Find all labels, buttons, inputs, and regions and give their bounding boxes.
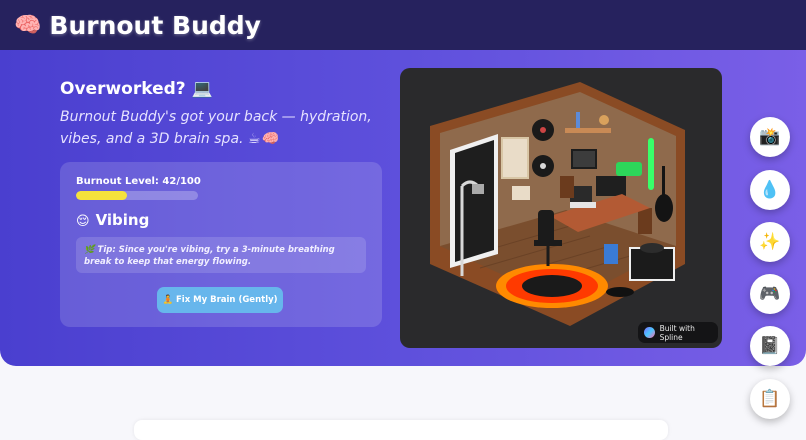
wall-shelf [565, 128, 611, 133]
fix-my-brain-button[interactable]: 🧘 Fix My Brain (Gently) [157, 287, 283, 313]
relieved-face-icon: 😌 [76, 214, 90, 229]
camera-button[interactable]: 📸 [750, 117, 790, 157]
brain-icon: 🧠 [14, 12, 42, 38]
speaker [560, 176, 574, 198]
monitor [596, 176, 626, 196]
sparkles-button[interactable]: ✨ [750, 222, 790, 262]
top-bar: 🧠 Burnout Buddy [0, 0, 806, 50]
speaker [638, 208, 652, 234]
hero-headline: Overworked? 💻 [60, 79, 213, 99]
journal-icon: 📓 [759, 336, 781, 356]
burnout-level-bar [76, 191, 198, 200]
spline-3d-scene[interactable]: Built with Spline [400, 68, 722, 348]
tip-text: 🌿 Tip: Since you're vibing, try a 3-minu… [84, 245, 335, 267]
record-player [640, 243, 664, 253]
water-drop-icon: 💧 [759, 180, 781, 200]
camera-icon: 📸 [759, 127, 781, 147]
isometric-room-illustration [430, 82, 685, 326]
mood-label: Vibing [95, 211, 150, 229]
hydration-button[interactable]: 💧 [750, 170, 790, 210]
journal-button[interactable]: 📓 [750, 326, 790, 366]
laptop [570, 202, 596, 208]
app-title: Burnout Buddy [49, 10, 261, 40]
spline-badge-label: Built with Spline [659, 323, 695, 342]
clipboard-icon: 📋 [759, 389, 781, 409]
vinyl-on-floor [606, 287, 634, 297]
built-with-spline-badge[interactable]: Built with Spline [638, 322, 718, 343]
small-frame [512, 186, 530, 200]
blue-bin [604, 244, 618, 264]
content-panel [134, 420, 668, 440]
poster-frame [501, 137, 529, 179]
neon-light [648, 138, 654, 190]
game-button[interactable]: 🎮 [750, 274, 790, 314]
tip-box: 🌿 Tip: Since you're vibing, try a 3-minu… [76, 237, 366, 273]
sparkles-icon: ✨ [759, 232, 781, 252]
burnout-status-card: Burnout Level: 42/100 😌 Vibing 🌿 Tip: Sin… [60, 162, 382, 327]
burnout-level-bar-fill [76, 191, 128, 200]
spline-logo-icon [644, 327, 655, 338]
burnout-level-label: Burnout Level: 42/100 [76, 176, 201, 187]
game-controller-icon: 🎮 [759, 284, 781, 304]
mood-status: 😌 Vibing [76, 211, 149, 229]
neon-sign [616, 162, 642, 176]
hero-tagline: Burnout Buddy's got your back — hydratio… [60, 109, 372, 147]
clipboard-button[interactable]: 📋 [750, 379, 790, 419]
wall-screen [571, 149, 597, 169]
